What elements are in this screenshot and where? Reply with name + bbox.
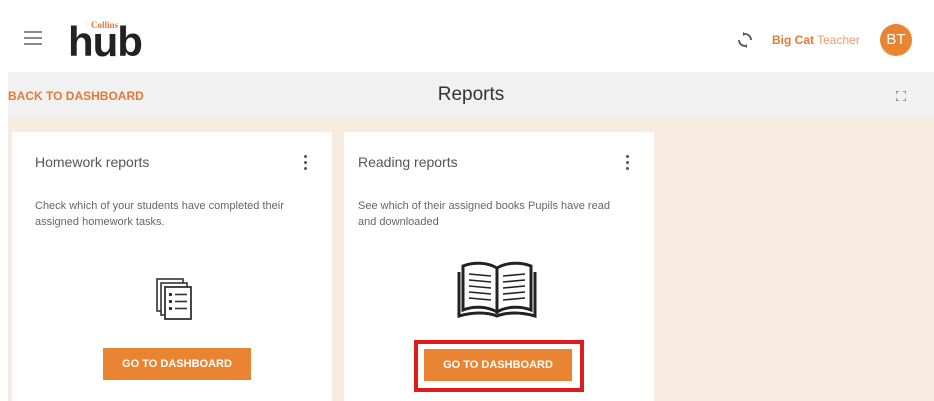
document-list-icon xyxy=(156,278,192,320)
reading-reports-card: Reading reports See which of their assig… xyxy=(344,132,654,401)
reports-content: Homework reports Check which of your stu… xyxy=(8,118,934,401)
card-title: Reading reports xyxy=(358,154,458,170)
menu-icon[interactable] xyxy=(24,30,42,46)
sub-header: Reports BACK TO DASHBOARD xyxy=(8,72,934,118)
avatar[interactable]: BT xyxy=(880,24,912,56)
more-options-icon[interactable] xyxy=(299,154,311,172)
user-first-name: Big Cat xyxy=(772,33,814,47)
card-title: Homework reports xyxy=(35,154,150,170)
fullscreen-icon[interactable] xyxy=(896,91,906,101)
back-to-dashboard-link[interactable]: BACK TO DASHBOARD xyxy=(8,89,144,103)
logo-top-text: Collins xyxy=(91,20,119,30)
top-bar: hub Collins Big Cat Teacher BT xyxy=(8,8,934,72)
homework-reports-card: Homework reports Check which of your stu… xyxy=(12,132,332,401)
homework-go-to-dashboard-button[interactable]: GO TO DASHBOARD xyxy=(103,348,251,380)
page-title: Reports xyxy=(437,84,505,105)
sync-icon[interactable] xyxy=(735,30,755,50)
card-description: Check which of your students have comple… xyxy=(35,200,284,228)
card-description: See which of their assigned books Pupils… xyxy=(358,200,610,228)
app: hub Collins Big Cat Teacher BT Reports B… xyxy=(8,8,934,401)
user-role: Teacher xyxy=(814,33,860,47)
reading-go-to-dashboard-button[interactable]: GO TO DASHBOARD xyxy=(424,349,572,381)
open-book-icon xyxy=(457,261,537,318)
user-name[interactable]: Big Cat Teacher xyxy=(772,33,860,47)
collins-hub-logo[interactable]: hub Collins xyxy=(68,12,158,68)
more-options-icon[interactable] xyxy=(621,154,633,172)
